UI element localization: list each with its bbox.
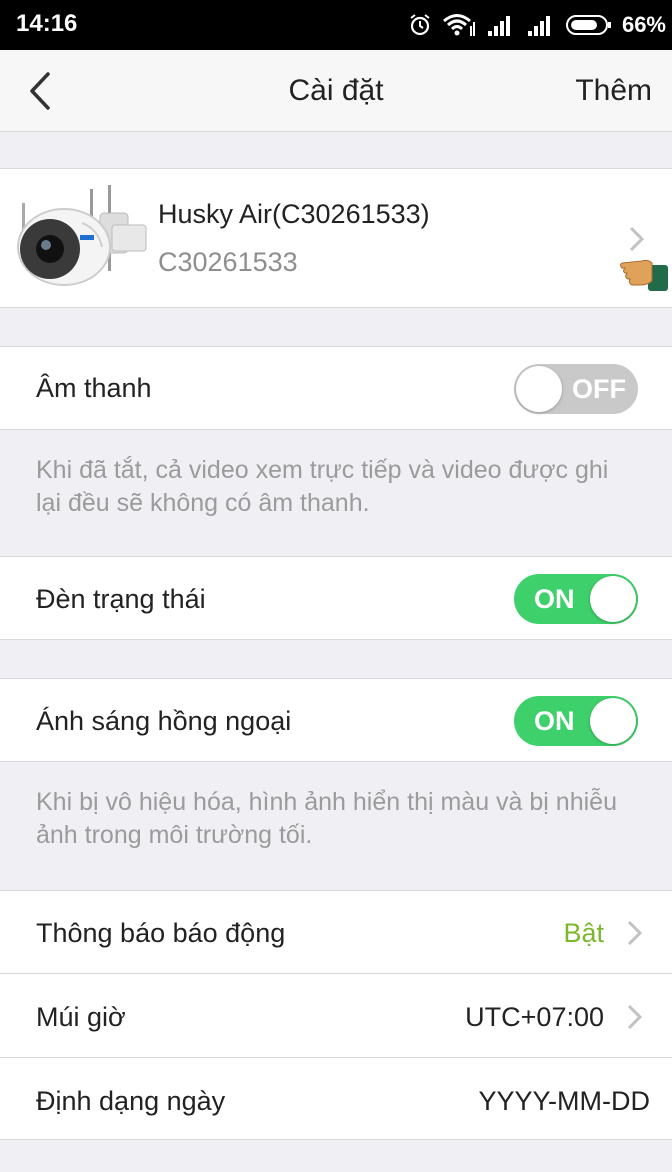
battery-icon [565, 14, 612, 36]
alarm-notification-label: Thông báo báo động [36, 918, 286, 948]
infrared-row: Ánh sáng hồng ngoại ON [0, 678, 672, 762]
alarm-icon [408, 13, 432, 37]
status-icons: 66% [408, 8, 666, 42]
chevron-right-icon [626, 919, 644, 947]
sound-label: Âm thanh [36, 373, 152, 403]
more-button[interactable]: Thêm [575, 74, 652, 108]
signal-icon [526, 13, 556, 37]
pointing-hand-icon [618, 243, 672, 293]
status-time: 14:16 [16, 10, 78, 37]
status-light-row: Đèn trạng thái ON [0, 556, 672, 640]
date-format-label: Định dạng ngày [36, 1086, 226, 1116]
toggle-knob [590, 698, 636, 744]
nav-bar: Cài đặt Thêm [0, 50, 672, 132]
signal-icon [486, 13, 516, 37]
toggle-state-label: ON [534, 584, 575, 614]
toggle-state-label: ON [534, 706, 575, 736]
date-format-value: YYYY-MM-DD [478, 1086, 650, 1116]
toggle-knob [516, 366, 562, 412]
status-light-label: Đèn trạng thái [36, 584, 206, 614]
device-card[interactable]: Husky Air(C30261533) C30261533 [0, 168, 672, 308]
chevron-right-icon [626, 1003, 644, 1031]
timezone-row[interactable]: Múi giờ UTC+07:00 [0, 974, 672, 1058]
battery-percent: 66% [621, 12, 666, 37]
status-light-toggle[interactable]: ON [514, 574, 638, 624]
alarm-notification-value: Bật [563, 918, 604, 948]
device-name: Husky Air(C30261533) [158, 199, 430, 229]
timezone-label: Múi giờ [36, 1002, 126, 1032]
sound-row: Âm thanh OFF [0, 346, 672, 430]
sound-toggle[interactable]: OFF [514, 364, 638, 414]
status-bar: 14:16 66% [0, 0, 672, 50]
alarm-notification-row[interactable]: Thông báo báo động Bật [0, 890, 672, 974]
page-title: Cài đặt [288, 74, 384, 107]
toggle-knob [590, 576, 636, 622]
device-serial: C30261533 [158, 247, 298, 277]
sound-note: Khi đã tắt, cả video xem trực tiếp và vi… [0, 430, 672, 556]
timezone-value: UTC+07:00 [465, 1002, 604, 1032]
camera-thumbnail [12, 183, 152, 293]
infrared-note-text: Khi bị vô hiệu hóa, hình ảnh hiển thị mà… [36, 788, 617, 849]
toggle-state-label: OFF [572, 374, 626, 404]
infrared-label: Ánh sáng hồng ngoại [36, 706, 292, 736]
sound-note-text: Khi đã tắt, cả video xem trực tiếp và vi… [36, 456, 609, 517]
wifi-icon [442, 12, 476, 38]
infrared-toggle[interactable]: ON [514, 696, 638, 746]
infrared-note: Khi bị vô hiệu hóa, hình ảnh hiển thị mà… [0, 762, 672, 890]
date-format-row[interactable]: Định dạng ngày YYYY-MM-DD [0, 1058, 672, 1140]
